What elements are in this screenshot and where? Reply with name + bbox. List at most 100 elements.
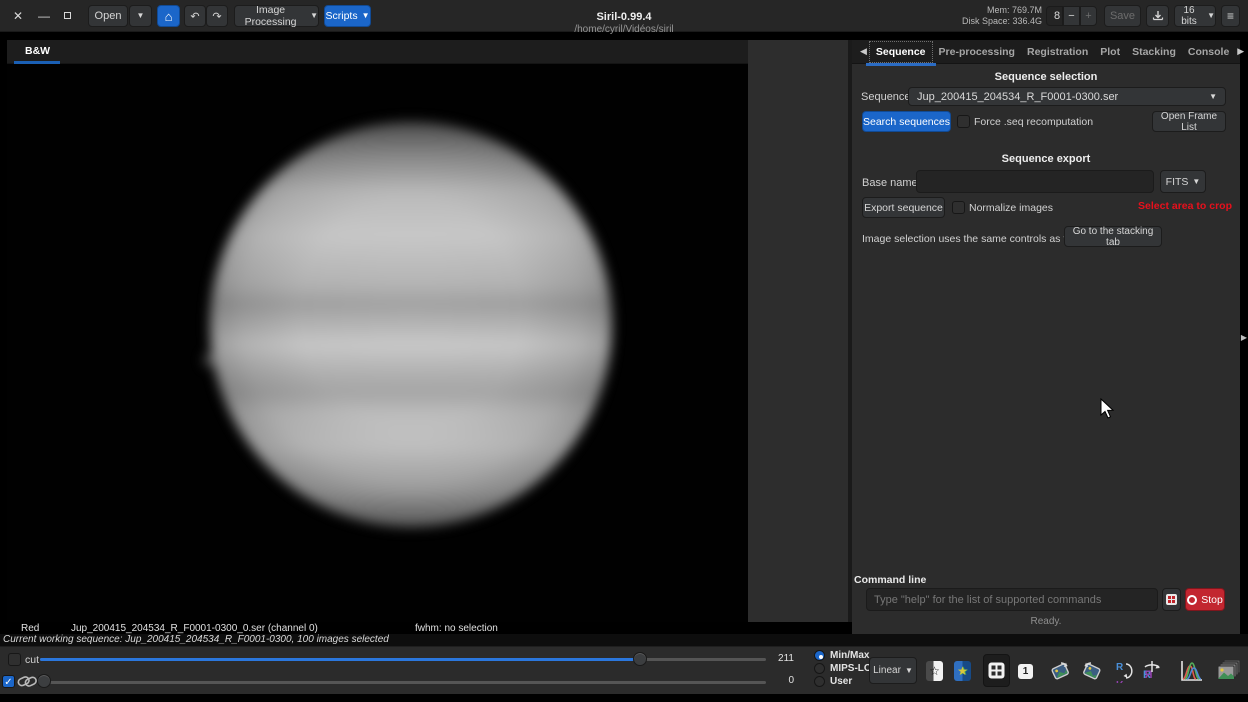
export-sequence-button[interactable]: Export sequence	[862, 197, 945, 218]
undo-icon: ↶	[190, 10, 200, 23]
right-frame	[1240, 8, 1248, 694]
undo-button[interactable]: ↶	[184, 5, 206, 27]
goto-stacking-button[interactable]: Go to the stacking tab	[1064, 225, 1162, 248]
rotate-right-icon	[1082, 662, 1100, 680]
zoom-out-button[interactable]: −	[1063, 6, 1080, 26]
low-slider-track[interactable]	[50, 681, 766, 684]
app-title: Siril-0.99.4	[596, 11, 652, 23]
plus-icon: +	[1085, 10, 1092, 22]
radio-minmax[interactable]	[814, 650, 825, 661]
sequence-status-bar: Current working sequence: Jup_200415_204…	[0, 634, 1248, 646]
radio-user-label: User	[830, 676, 853, 687]
panel-expander-handle[interactable]: ▶	[1240, 330, 1248, 346]
open-menu-button[interactable]: ▼	[129, 5, 152, 27]
single-channel-icon: 1	[1018, 663, 1033, 679]
negative-view-button[interactable]: ☆	[921, 656, 948, 686]
tab-scroll-left-button[interactable]: ◀	[858, 46, 869, 57]
cut-checkbox[interactable]	[8, 653, 21, 666]
save-as-button[interactable]	[1146, 5, 1169, 27]
right-panel: ◀ Sequence Pre-processing Registration P…	[852, 40, 1244, 634]
false-color-button[interactable]: ★	[949, 656, 976, 686]
command-list-button[interactable]	[1162, 588, 1181, 611]
flip-horizontal-button[interactable]: R R	[1138, 656, 1165, 686]
rotate-left-button[interactable]	[1046, 656, 1073, 686]
low-slider-handle[interactable]	[37, 674, 51, 688]
sequence-export-title: Sequence export	[1001, 153, 1091, 165]
jupiter-image	[197, 110, 627, 540]
open-button[interactable]: Open	[88, 5, 128, 27]
false-color-star-icon: ★	[954, 661, 971, 681]
viewer-gutter	[748, 40, 848, 622]
command-input[interactable]	[866, 588, 1158, 611]
bit-depth-dropdown[interactable]: 16 bits ▼	[1174, 5, 1216, 27]
link-cut-checkbox[interactable]: ✓	[2, 675, 15, 688]
scripts-label: Scripts	[325, 10, 358, 22]
window-minimize-button[interactable]: —	[34, 6, 54, 26]
chevron-down-icon: ▼	[136, 11, 145, 20]
download-icon	[1152, 11, 1163, 21]
format-label: FITS	[1165, 175, 1189, 188]
home-button[interactable]: ⌂	[157, 5, 180, 27]
hamburger-icon: ≡	[1226, 9, 1234, 23]
format-dropdown[interactable]: FITS ▼	[1160, 170, 1206, 193]
normalize-images-label: Normalize images	[969, 202, 1054, 214]
open-frame-list-label: Open Frame List	[1160, 110, 1218, 133]
histogram-button[interactable]	[1177, 656, 1204, 686]
sequence-combobox[interactable]: Jup_200415_204534_R_F0001-0300.ser ▼	[908, 87, 1226, 106]
zoom-in-button[interactable]: +	[1080, 6, 1097, 26]
normalize-images-checkbox[interactable]	[952, 201, 965, 214]
tab-pre-processing[interactable]: Pre-processing	[933, 42, 1021, 62]
tab-stacking[interactable]: Stacking	[1126, 42, 1182, 62]
single-channel-button[interactable]: 1	[1012, 656, 1039, 686]
chevron-down-icon: ▼	[904, 665, 913, 675]
window-close-button[interactable]: ✕	[8, 6, 28, 26]
chevron-down-icon: ▼	[1207, 11, 1215, 20]
open-frame-list-button[interactable]: Open Frame List	[1152, 110, 1226, 133]
working-directory: /home/cyril/Vidéos/siril	[574, 24, 674, 35]
frames-list-button[interactable]	[1215, 656, 1242, 686]
search-sequences-label: Search sequences	[863, 115, 950, 128]
panel-tab-bar: ◀ Sequence Pre-processing Registration P…	[852, 40, 1244, 66]
radio-mips[interactable]	[814, 663, 825, 674]
zoom-value[interactable]: 8	[1046, 6, 1063, 26]
tab-scroll-right-button[interactable]: ▶	[1235, 46, 1246, 57]
stop-button[interactable]: Stop	[1185, 588, 1225, 611]
image-processing-menu-button[interactable]: Image Processing ▼	[234, 4, 319, 28]
base-name-input[interactable]	[916, 170, 1154, 193]
redo-button[interactable]: ↷	[206, 5, 228, 27]
window-maximize-button[interactable]	[64, 12, 71, 19]
command-grid-icon	[1166, 594, 1177, 605]
image-canvas[interactable]	[7, 64, 748, 622]
command-line-title: Command line	[854, 574, 927, 586]
scripts-menu-button[interactable]: Scripts ▼	[324, 5, 371, 27]
high-slider-handle[interactable]	[633, 652, 647, 666]
flip-vertical-button[interactable]: R R	[1108, 656, 1135, 686]
high-slider-fill	[40, 658, 640, 661]
jupiter-cloud-bands	[210, 122, 612, 527]
save-button[interactable]: Save	[1104, 5, 1141, 27]
display-controls-bar: cut 211 ✓ 0 Min/Max MIPS-LO/HI User Line…	[0, 646, 1248, 694]
radio-user[interactable]	[814, 676, 825, 687]
tab-plot[interactable]: Plot	[1094, 42, 1126, 62]
tab-console[interactable]: Console	[1182, 42, 1235, 62]
jupiter-moon	[199, 353, 221, 367]
stretch-mode-dropdown[interactable]: Linear ▼	[869, 657, 917, 684]
tab-registration[interactable]: Registration	[1021, 42, 1094, 62]
current-file-name: Jup_200415_204534_R_F0001-0300_0.ser (ch…	[71, 623, 318, 634]
svg-text:R: R	[1116, 662, 1124, 673]
channel-grid-button[interactable]	[983, 654, 1010, 687]
jupiter-disk	[210, 122, 612, 527]
stop-button-label: Stop	[1201, 593, 1223, 606]
chevron-down-icon: ▼	[361, 11, 370, 20]
app-menu-button[interactable]: ≡	[1221, 5, 1240, 27]
image-processing-label: Image Processing	[244, 4, 297, 28]
negative-view-icon: ☆	[926, 661, 943, 681]
search-sequences-button[interactable]: Search sequences	[862, 111, 951, 132]
goto-stacking-label: Go to the stacking tab	[1072, 225, 1154, 248]
rotate-right-button[interactable]	[1078, 656, 1105, 686]
tab-sequence[interactable]: Sequence	[865, 40, 936, 66]
force-recompute-checkbox[interactable]	[957, 115, 970, 128]
tab-bw[interactable]: B&W	[17, 40, 58, 61]
open-button-label: Open	[94, 10, 122, 22]
rotate-left-icon	[1051, 662, 1069, 680]
